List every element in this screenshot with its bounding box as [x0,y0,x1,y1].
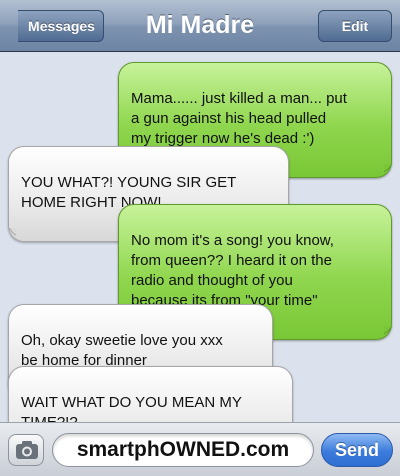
camera-button[interactable] [8,434,44,466]
bubble-tail [384,326,398,340]
edit-button[interactable]: Edit [318,10,392,42]
compose-bar: smartphOWNED.com Send [0,422,400,476]
camera-icon [16,441,38,459]
message-text: Mama...... just killed a man... put a gu… [131,90,347,147]
message-text: Oh, okay sweetie love you xxx be home fo… [21,332,223,369]
nav-bar: Mi Madre Messages Edit [0,0,400,52]
message-input[interactable]: smartphOWNED.com [52,433,314,467]
message-thread[interactable]: Mama...... just killed a man... put a gu… [0,52,400,462]
bubble-tail [384,164,398,178]
message-text: No mom it's a song! you know, from queen… [131,232,334,309]
send-button[interactable]: Send [321,433,393,467]
messages-back-button[interactable]: Messages [18,10,104,42]
bubble-tail [2,228,16,242]
